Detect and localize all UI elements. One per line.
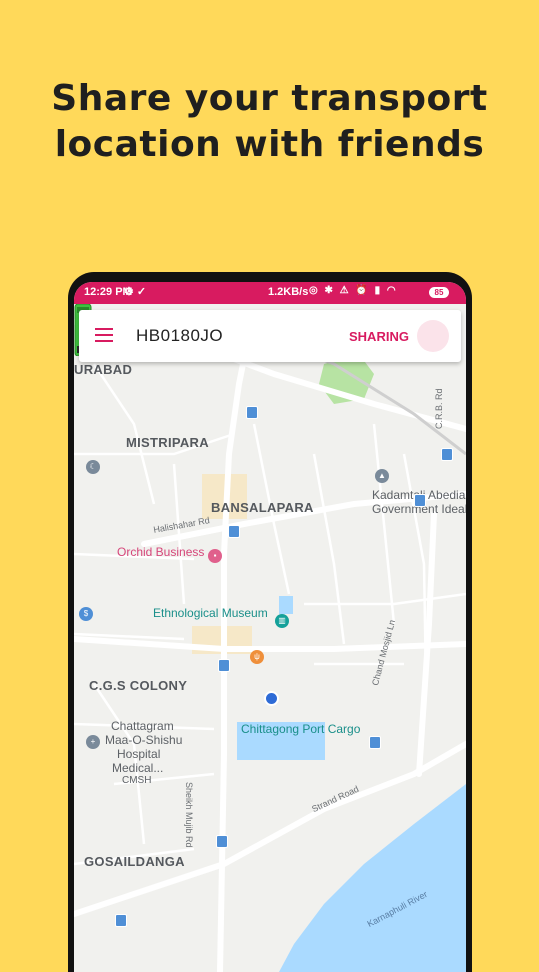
place-label-orchid: Orchid Business bbox=[117, 545, 205, 559]
bus-stop-icon[interactable] bbox=[441, 448, 453, 461]
menu-icon[interactable] bbox=[95, 328, 113, 342]
area-label-bansalapara: BANSALAPARA bbox=[211, 500, 314, 515]
restaurant-icon[interactable]: ψ bbox=[250, 650, 264, 664]
place-label-hospital-1: Chattagram bbox=[111, 719, 174, 733]
bus-stop-icon[interactable] bbox=[228, 525, 240, 538]
place-label-port-cargo: Chittagong Port Cargo bbox=[241, 722, 361, 736]
area-label-gosaildanga: GOSAILDANGA bbox=[84, 854, 185, 869]
mosque-icon[interactable]: ☾ bbox=[86, 460, 100, 474]
current-location-dot bbox=[264, 691, 279, 706]
bus-stop-icon[interactable] bbox=[115, 914, 127, 927]
sharing-button[interactable]: SHARING bbox=[349, 329, 409, 344]
vehicle-id-title: HB0180JO bbox=[136, 326, 224, 345]
app-bar: HB0180JO SHARING bbox=[79, 310, 461, 362]
place-label-hospital-2: Maa-O-Shishu bbox=[105, 733, 183, 747]
bank-icon[interactable]: $ bbox=[79, 607, 93, 621]
status-net-speed: 1.2KB/s bbox=[268, 286, 309, 298]
headline-line-1: Share your transport bbox=[51, 78, 488, 119]
area-label-cgs-colony: C.G.S COLONY bbox=[89, 678, 188, 693]
place-label-museum: Ethnological Museum bbox=[153, 606, 268, 620]
place-label-cmsh: CMSH bbox=[122, 775, 152, 786]
museum-icon[interactable]: ▥ bbox=[275, 614, 289, 628]
phone-frame: 12:29 PM ⚙ ✓ 1.2KB/s ◎ ✱ ⚠ ⏰ ▮ ◠ 85 URAB… bbox=[68, 272, 472, 972]
area-label-mistripara: MISTRIPARA bbox=[126, 435, 209, 450]
shopping-icon[interactable]: ▪ bbox=[208, 549, 222, 563]
map-view[interactable]: URABAD MISTRIPARA BANSALAPARA C.G.S COLO… bbox=[74, 304, 466, 972]
avatar[interactable] bbox=[417, 320, 449, 352]
hospital-icon[interactable]: + bbox=[86, 735, 100, 749]
place-label-hospital-3: Hospital bbox=[117, 747, 161, 761]
map-canvas bbox=[74, 304, 466, 972]
bus-stop-icon[interactable] bbox=[369, 736, 381, 749]
bus-stop-icon[interactable] bbox=[414, 494, 426, 507]
area-label-urabad: URABAD bbox=[74, 362, 133, 377]
headline-line-2: location with friends bbox=[54, 124, 485, 165]
phone-screen: 12:29 PM ⚙ ✓ 1.2KB/s ◎ ✱ ⚠ ⏰ ▮ ◠ 85 URAB… bbox=[74, 282, 466, 972]
school-icon[interactable]: ▲ bbox=[375, 469, 389, 483]
place-label-hospital-4: Medical... bbox=[112, 761, 164, 775]
road-label-crb: C.R.B. Rd bbox=[434, 388, 444, 429]
bus-stop-icon[interactable] bbox=[246, 406, 258, 419]
status-bar: 12:29 PM ⚙ ✓ 1.2KB/s ◎ ✱ ⚠ ⏰ ▮ ◠ 85 bbox=[74, 282, 466, 304]
bus-stop-icon[interactable] bbox=[218, 659, 230, 672]
battery-icon: 85 bbox=[429, 287, 449, 298]
promo-headline: Share your transport location with frien… bbox=[0, 76, 539, 168]
bus-stop-icon[interactable] bbox=[216, 835, 228, 848]
notification-icons: ⚙ ✓ bbox=[124, 286, 147, 298]
status-icons: ◎ ✱ ⚠ ⏰ ▮ ◠ bbox=[309, 285, 398, 296]
road-label-sheikh-mujib: Sheikh Mujib Rd bbox=[184, 782, 194, 848]
